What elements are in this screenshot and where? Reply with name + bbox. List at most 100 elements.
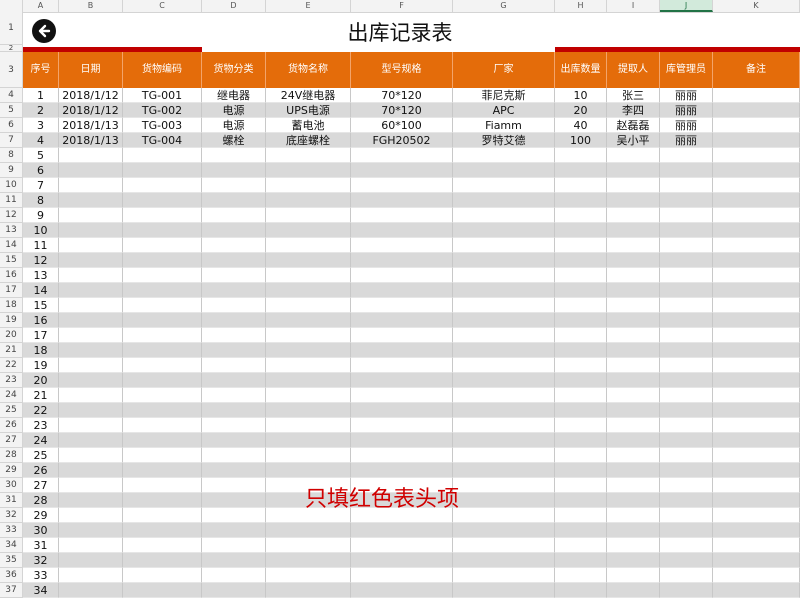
table-cell[interactable] bbox=[555, 463, 607, 478]
table-cell[interactable] bbox=[607, 298, 660, 313]
table-cell[interactable] bbox=[713, 583, 800, 598]
table-cell[interactable]: 19 bbox=[23, 358, 59, 373]
table-cell[interactable] bbox=[202, 583, 266, 598]
table-cell[interactable]: 21 bbox=[23, 388, 59, 403]
table-cell[interactable] bbox=[555, 343, 607, 358]
table-cell[interactable] bbox=[660, 403, 713, 418]
table-cell[interactable] bbox=[351, 553, 453, 568]
header-cell[interactable]: 出库数量 bbox=[555, 52, 607, 88]
table-cell[interactable] bbox=[351, 208, 453, 223]
table-cell[interactable] bbox=[59, 433, 123, 448]
table-cell[interactable] bbox=[607, 313, 660, 328]
table-cell[interactable] bbox=[607, 223, 660, 238]
table-cell[interactable] bbox=[123, 583, 202, 598]
table-cell[interactable] bbox=[713, 478, 800, 493]
table-cell[interactable] bbox=[202, 148, 266, 163]
row-header-25[interactable]: 25 bbox=[0, 403, 23, 418]
column-header-e[interactable]: E bbox=[266, 0, 351, 12]
table-cell[interactable] bbox=[660, 433, 713, 448]
table-cell[interactable]: 7 bbox=[23, 178, 59, 193]
table-cell[interactable]: 26 bbox=[23, 463, 59, 478]
table-cell[interactable] bbox=[266, 223, 351, 238]
table-cell[interactable] bbox=[555, 508, 607, 523]
table-cell[interactable] bbox=[202, 298, 266, 313]
table-cell[interactable] bbox=[660, 343, 713, 358]
table-cell[interactable] bbox=[123, 463, 202, 478]
table-cell[interactable] bbox=[59, 403, 123, 418]
table-cell[interactable] bbox=[555, 388, 607, 403]
table-cell[interactable] bbox=[713, 388, 800, 403]
table-cell[interactable]: 2018/1/13 bbox=[59, 118, 123, 133]
table-cell[interactable] bbox=[660, 448, 713, 463]
table-cell[interactable] bbox=[266, 148, 351, 163]
row-header-17[interactable]: 17 bbox=[0, 283, 23, 298]
table-cell[interactable] bbox=[351, 418, 453, 433]
table-cell[interactable] bbox=[351, 238, 453, 253]
table-cell[interactable] bbox=[202, 163, 266, 178]
table-cell[interactable] bbox=[713, 253, 800, 268]
table-cell[interactable] bbox=[713, 418, 800, 433]
table-cell[interactable] bbox=[453, 418, 555, 433]
table-cell[interactable] bbox=[123, 553, 202, 568]
table-cell[interactable] bbox=[59, 193, 123, 208]
table-cell[interactable] bbox=[123, 388, 202, 403]
header-cell[interactable]: 货物编码 bbox=[123, 52, 202, 88]
row-header-29[interactable]: 29 bbox=[0, 463, 23, 478]
table-cell[interactable] bbox=[453, 523, 555, 538]
table-cell[interactable] bbox=[266, 193, 351, 208]
table-cell[interactable] bbox=[123, 283, 202, 298]
table-cell[interactable] bbox=[123, 478, 202, 493]
table-cell[interactable] bbox=[351, 463, 453, 478]
table-cell[interactable]: 70*120 bbox=[351, 88, 453, 103]
table-cell[interactable] bbox=[660, 478, 713, 493]
table-cell[interactable] bbox=[453, 403, 555, 418]
table-cell[interactable]: FGH20502 bbox=[351, 133, 453, 148]
table-cell[interactable] bbox=[59, 508, 123, 523]
column-header-c[interactable]: C bbox=[123, 0, 202, 12]
table-cell[interactable] bbox=[607, 583, 660, 598]
table-cell[interactable]: 罗特艾德 bbox=[453, 133, 555, 148]
row-header-5[interactable]: 5 bbox=[0, 103, 23, 118]
table-cell[interactable] bbox=[607, 463, 660, 478]
table-cell[interactable]: UPS电源 bbox=[266, 103, 351, 118]
table-cell[interactable] bbox=[660, 238, 713, 253]
table-cell[interactable] bbox=[202, 328, 266, 343]
table-cell[interactable] bbox=[713, 118, 800, 133]
table-cell[interactable] bbox=[660, 148, 713, 163]
table-cell[interactable] bbox=[607, 493, 660, 508]
table-cell[interactable] bbox=[202, 193, 266, 208]
table-cell[interactable] bbox=[123, 568, 202, 583]
table-cell[interactable] bbox=[607, 388, 660, 403]
table-cell[interactable] bbox=[660, 463, 713, 478]
table-cell[interactable] bbox=[607, 553, 660, 568]
table-cell[interactable] bbox=[123, 493, 202, 508]
row-header-8[interactable]: 8 bbox=[0, 148, 23, 163]
table-cell[interactable] bbox=[713, 283, 800, 298]
table-cell[interactable] bbox=[266, 298, 351, 313]
table-cell[interactable] bbox=[713, 493, 800, 508]
table-cell[interactable] bbox=[607, 208, 660, 223]
table-cell[interactable] bbox=[351, 433, 453, 448]
table-cell[interactable] bbox=[351, 358, 453, 373]
table-cell[interactable] bbox=[202, 223, 266, 238]
table-cell[interactable]: 24V继电器 bbox=[266, 88, 351, 103]
table-cell[interactable] bbox=[266, 328, 351, 343]
table-cell[interactable]: TG-001 bbox=[123, 88, 202, 103]
table-cell[interactable] bbox=[713, 88, 800, 103]
table-cell[interactable] bbox=[660, 583, 713, 598]
table-cell[interactable] bbox=[202, 538, 266, 553]
table-cell[interactable] bbox=[123, 448, 202, 463]
table-cell[interactable] bbox=[59, 538, 123, 553]
table-cell[interactable] bbox=[266, 343, 351, 358]
table-cell[interactable]: 24 bbox=[23, 433, 59, 448]
row-header-28[interactable]: 28 bbox=[0, 448, 23, 463]
table-cell[interactable] bbox=[607, 448, 660, 463]
table-cell[interactable] bbox=[351, 253, 453, 268]
table-cell[interactable] bbox=[453, 253, 555, 268]
column-header-d[interactable]: D bbox=[202, 0, 266, 12]
table-cell[interactable] bbox=[202, 178, 266, 193]
table-cell[interactable]: 电源 bbox=[202, 118, 266, 133]
table-cell[interactable] bbox=[607, 523, 660, 538]
table-cell[interactable] bbox=[266, 358, 351, 373]
table-cell[interactable]: 1 bbox=[23, 88, 59, 103]
